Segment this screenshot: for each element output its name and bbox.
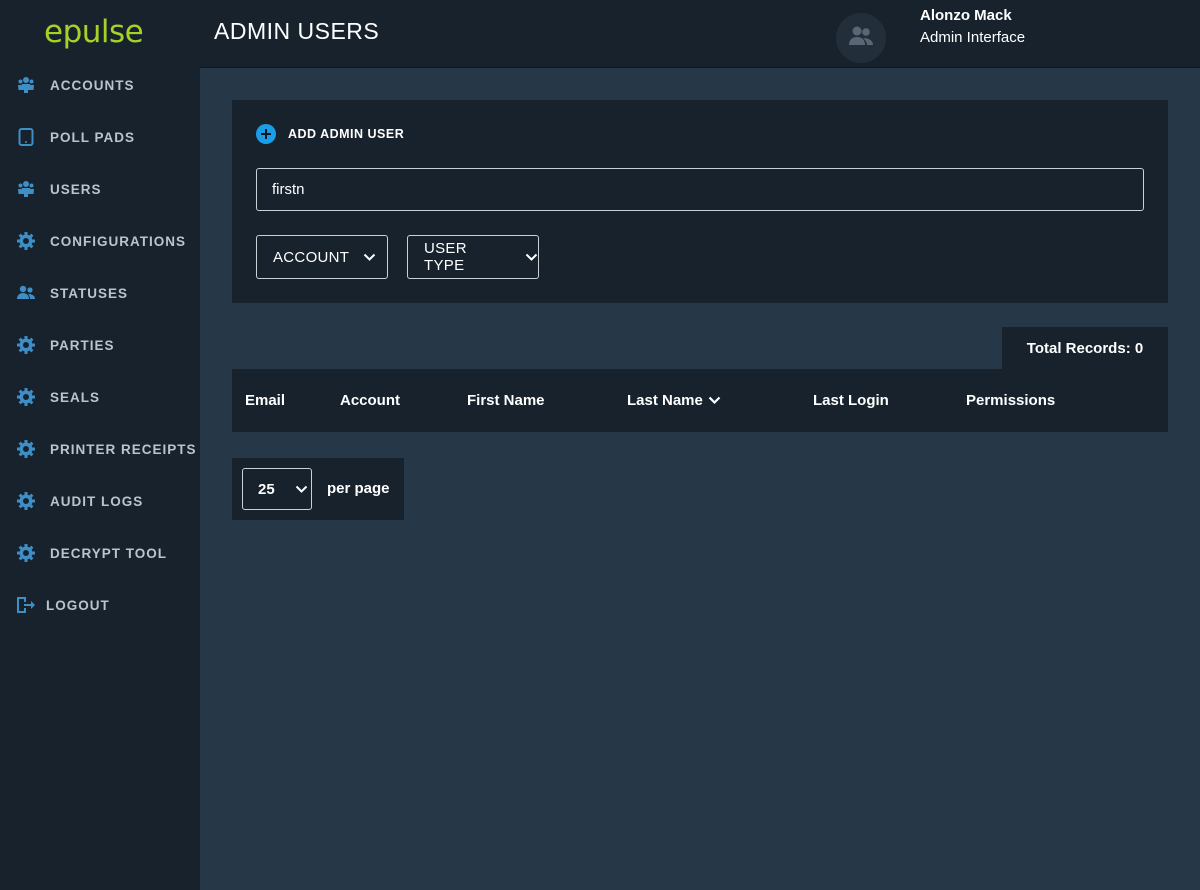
- sidebar-item-label: AUDIT LOGS: [50, 493, 144, 509]
- sidebar-item-label: ACCOUNTS: [50, 77, 135, 93]
- column-header-first-name[interactable]: First Name: [467, 392, 545, 409]
- group-icon: [16, 179, 36, 199]
- sidebar-item-users[interactable]: USERS: [0, 163, 200, 215]
- sidebar-item-label: SEALS: [50, 389, 101, 405]
- user-type-dropdown-label: USER TYPE: [424, 240, 467, 274]
- logout-icon: [16, 595, 36, 615]
- table-header: Email Account First Name Last Name Last …: [232, 369, 1168, 432]
- sidebar-item-configurations[interactable]: CONFIGURATIONS: [0, 215, 200, 267]
- gear-icon: [16, 543, 36, 563]
- account-dropdown-label: ACCOUNT: [273, 248, 350, 266]
- sidebar-item-label: POLL PADS: [50, 129, 136, 145]
- total-records: Total Records: 0: [1002, 327, 1168, 369]
- gear-icon: [16, 231, 36, 251]
- sort-chevron-down-icon: [708, 396, 721, 405]
- sidebar-item-statuses[interactable]: STATUSES: [0, 267, 200, 319]
- column-header-permissions[interactable]: Permissions: [966, 392, 1055, 409]
- filter-panel: ADD ADMIN USER ACCOUNT USER TYPE: [232, 100, 1168, 303]
- chevron-down-icon: [295, 485, 308, 494]
- chevron-down-icon: [525, 253, 538, 262]
- user-avatar-icon: [846, 25, 876, 52]
- top-bar: ADMIN USERS Alonzo Mack Admin Interface: [200, 0, 1200, 68]
- sidebar-item-label: DECRYPT TOOL: [50, 545, 168, 561]
- sidebar-item-logout[interactable]: LOGOUT: [0, 579, 200, 631]
- sidebar-item-label: LOGOUT: [46, 597, 110, 613]
- page-size-value: 25: [258, 480, 275, 498]
- sidebar-item-decrypt-tool[interactable]: DECRYPT TOOL: [0, 527, 200, 579]
- column-header-last-login[interactable]: Last Login: [813, 392, 889, 409]
- add-admin-user-button[interactable]: ADD ADMIN USER: [256, 124, 404, 144]
- sidebar-item-parties[interactable]: PARTIES: [0, 319, 200, 371]
- gear-icon: [16, 387, 36, 407]
- chevron-down-icon: [363, 253, 376, 262]
- sidebar-item-printer-receipts[interactable]: PRINTER RECEIPTS: [0, 423, 200, 475]
- sidebar-item-poll-pads[interactable]: POLL PADS: [0, 111, 200, 163]
- tablet-icon: [16, 127, 36, 147]
- sidebar-item-label: USERS: [50, 181, 102, 197]
- search-input[interactable]: [256, 168, 1144, 211]
- add-admin-user-label: ADD ADMIN USER: [288, 127, 405, 141]
- sidebar-item-label: PARTIES: [50, 337, 115, 353]
- sidebar-item-label: STATUSES: [50, 285, 129, 301]
- pagination: 25 per page: [232, 458, 404, 520]
- column-header-account[interactable]: Account: [340, 392, 400, 409]
- page-size-select[interactable]: 25: [242, 468, 312, 510]
- sidebar-item-label: PRINTER RECEIPTS: [50, 441, 197, 457]
- sidebar-item-audit-logs[interactable]: AUDIT LOGS: [0, 475, 200, 527]
- page-title: ADMIN USERS: [214, 18, 380, 44]
- sidebar-item-seals[interactable]: SEALS: [0, 371, 200, 423]
- gear-icon: [16, 491, 36, 511]
- user-role: Admin Interface: [920, 29, 1026, 46]
- column-header-last-name[interactable]: Last Name: [627, 392, 721, 409]
- avatar[interactable]: [836, 13, 886, 63]
- sidebar: epulse ACCOUNTS POLL PADS USERS CONFIGUR…: [0, 0, 200, 890]
- plus-circle-icon: [256, 124, 276, 144]
- people-icon: [16, 283, 36, 303]
- sidebar-item-accounts[interactable]: ACCOUNTS: [0, 59, 200, 111]
- group-icon: [16, 75, 36, 95]
- gear-icon: [16, 335, 36, 355]
- user-name: Alonzo Mack: [920, 7, 1012, 24]
- per-page-label: per page: [327, 480, 390, 497]
- sidebar-item-label: CONFIGURATIONS: [50, 233, 186, 249]
- user-type-dropdown[interactable]: USER TYPE: [407, 235, 539, 279]
- column-header-email[interactable]: Email: [245, 392, 285, 409]
- sidebar-nav: ACCOUNTS POLL PADS USERS CONFIGURATIONS: [0, 59, 200, 631]
- column-header-last-name-label: Last Name: [627, 392, 703, 409]
- app-logo[interactable]: epulse: [44, 14, 144, 50]
- account-dropdown[interactable]: ACCOUNT: [256, 235, 388, 279]
- gear-icon: [16, 439, 36, 459]
